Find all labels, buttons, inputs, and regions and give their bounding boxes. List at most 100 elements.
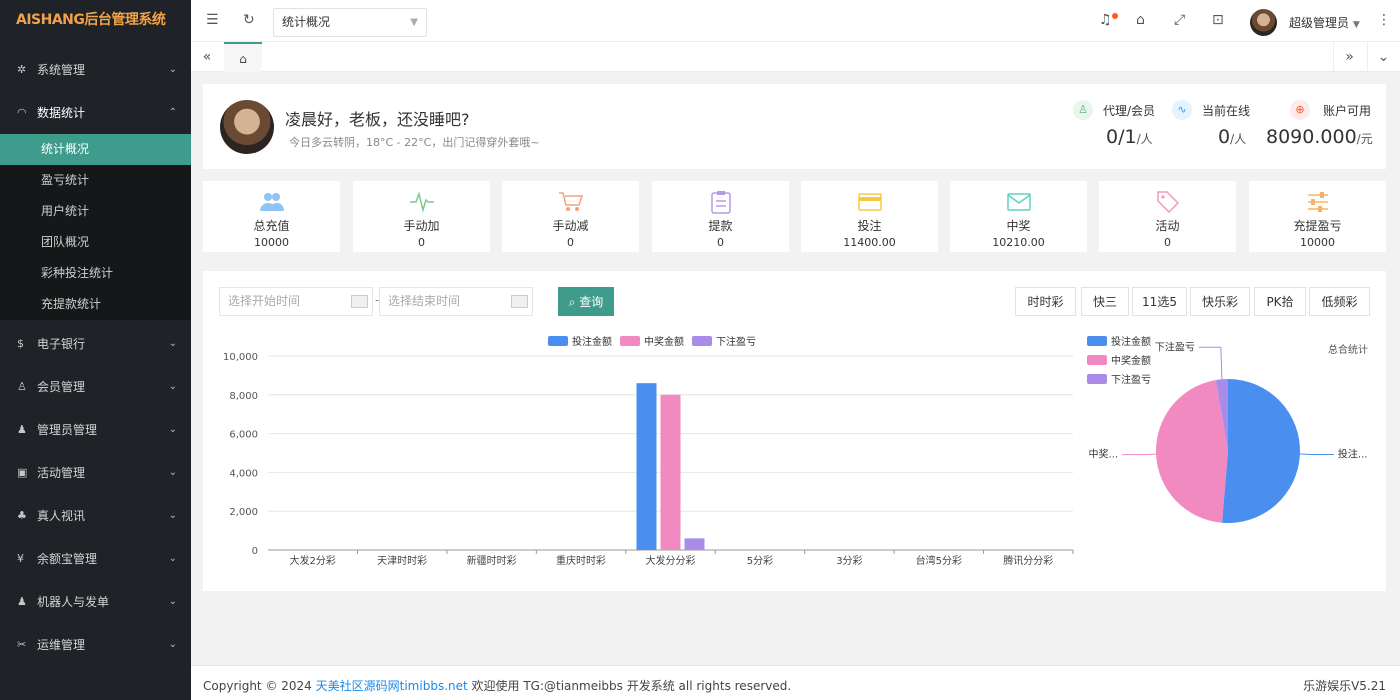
stat-card-activities[interactable]: 活动 0 bbox=[1099, 181, 1236, 252]
submenu-item-overview[interactable]: 统计概况 bbox=[0, 134, 191, 165]
tag-icon[interactable]: ⌂ bbox=[1136, 12, 1145, 28]
card-icon bbox=[801, 189, 938, 215]
more-vertical-icon[interactable]: ⋮ bbox=[1377, 12, 1391, 28]
calendar-icon bbox=[511, 295, 528, 308]
sidebar-item-label: 会员管理 bbox=[37, 380, 86, 394]
stat-label: 活动 bbox=[1155, 219, 1180, 233]
pulse-icon bbox=[353, 189, 490, 215]
tabs-menu-chevron-icon[interactable]: ⌄ bbox=[1367, 42, 1399, 72]
end-date-input[interactable]: 选择结束时间 bbox=[379, 287, 533, 316]
legend-label: 下注盈亏 bbox=[716, 335, 756, 348]
submenu-item-profit[interactable]: 盈亏统计 bbox=[0, 165, 191, 196]
sidebar-item-label: 电子银行 bbox=[37, 337, 86, 351]
stat-card-total-deposit[interactable]: 总充值 10000 bbox=[203, 181, 340, 252]
x-tick-label: 台湾5分彩 bbox=[916, 554, 962, 567]
mail-icon bbox=[950, 189, 1087, 215]
sidebar-item-ebank[interactable]: $ 电子银行 ⌄ bbox=[0, 322, 191, 365]
kpi-value: 0/1/人 bbox=[1106, 126, 1153, 148]
tabs-scroll-left-icon[interactable]: « bbox=[191, 42, 223, 72]
stat-label: 手动减 bbox=[552, 219, 589, 233]
sliders-icon bbox=[1249, 189, 1386, 215]
stat-card-deposit-profit[interactable]: 充提盈亏 10000 bbox=[1249, 181, 1386, 252]
sidebar-item-members[interactable]: ♙ 会员管理 ⌄ bbox=[0, 365, 191, 408]
robot-icon: ♟ bbox=[17, 595, 27, 608]
stat-label: 手动加 bbox=[403, 219, 440, 233]
sidebar-item-admins[interactable]: ♟ 管理员管理 ⌄ bbox=[0, 408, 191, 451]
clipboard-icon bbox=[652, 189, 789, 215]
query-label: 查询 bbox=[579, 295, 604, 309]
bell-icon[interactable]: ♫ bbox=[1099, 12, 1112, 28]
y-tick-label: 0 bbox=[252, 546, 258, 557]
stat-card-manual-subtract[interactable]: 手动减 0 bbox=[502, 181, 639, 252]
pie-title: 总合统计 bbox=[1328, 343, 1368, 356]
stat-card-withdraw[interactable]: 提款 0 bbox=[652, 181, 789, 252]
sidebar-item-live-video[interactable]: ♣ 真人视讯 ⌄ bbox=[0, 494, 191, 537]
tab-home[interactable]: ⌂ bbox=[224, 42, 262, 72]
submenu-item-users[interactable]: 用户统计 bbox=[0, 196, 191, 227]
chevron-down-icon: ⌄ bbox=[168, 424, 177, 435]
gift-icon: ▣ bbox=[17, 466, 28, 479]
lottery-btn-k3[interactable]: 快三 bbox=[1081, 287, 1129, 316]
chevron-up-icon: ⌃ bbox=[168, 107, 177, 118]
page-select[interactable]: 统计概况 ▼ bbox=[273, 8, 427, 37]
stat-card-manual-add[interactable]: 手动加 0 bbox=[353, 181, 490, 252]
start-date-input[interactable]: 选择开始时间 bbox=[219, 287, 373, 316]
admin-name[interactable]: 超级管理员 ▼ bbox=[1289, 14, 1360, 31]
weather-text: 今日多云转阴，18°C - 22°C，出门记得穿外套哦~ bbox=[289, 136, 540, 149]
lottery-btn-klc[interactable]: 快乐彩 bbox=[1190, 287, 1250, 316]
pie-legend-label: 中奖金额 bbox=[1111, 354, 1151, 367]
tabs-scroll-right-icon[interactable]: » bbox=[1333, 42, 1365, 72]
x-tick-label: 3分彩 bbox=[836, 555, 862, 567]
sidebar-item-stats[interactable]: ◠ 数据统计 ⌃ bbox=[0, 91, 191, 134]
fullscreen-icon[interactable]: ⤢ bbox=[1174, 12, 1185, 28]
submenu-item-team[interactable]: 团队概况 bbox=[0, 227, 191, 258]
chevron-down-icon: ⌄ bbox=[168, 553, 177, 564]
stat-card-bets[interactable]: 投注 11400.00 bbox=[801, 181, 938, 252]
lock-icon[interactable]: ⊡ bbox=[1212, 12, 1224, 28]
sidebar-item-ops[interactable]: ✂ 运维管理 ⌄ bbox=[0, 623, 191, 666]
stat-card-winnings[interactable]: 中奖 10210.00 bbox=[950, 181, 1087, 252]
footer-link[interactable]: 天美社区源码网timibbs.net bbox=[316, 679, 468, 693]
sidebar-item-system[interactable]: ✲ 系统管理 ⌄ bbox=[0, 48, 191, 91]
pie-slice-label: 投注... bbox=[1338, 448, 1368, 461]
end-date-placeholder: 选择结束时间 bbox=[388, 294, 461, 308]
bar-下注盈亏 bbox=[684, 538, 705, 550]
pie-slice-label: 中奖... bbox=[1089, 448, 1119, 461]
sidebar-item-robot[interactable]: ♟ 机器人与发单 ⌄ bbox=[0, 580, 191, 623]
avatar[interactable] bbox=[1250, 9, 1277, 36]
chevron-down-icon: ⌄ bbox=[168, 467, 177, 478]
kpi-label: 账户可用 bbox=[1323, 104, 1372, 118]
stat-value: 10000 bbox=[1300, 236, 1335, 249]
lottery-btn-ssc[interactable]: 时时彩 bbox=[1015, 287, 1076, 316]
lottery-btn-low-freq[interactable]: 低频彩 bbox=[1309, 287, 1370, 316]
footer-copyright: Copyright © 2024 天美社区源码网timibbs.net 欢迎使用… bbox=[203, 677, 791, 694]
sidebar-item-yuebao[interactable]: ¥ 余额宝管理 ⌄ bbox=[0, 537, 191, 580]
lottery-btn-11x5[interactable]: 11选5 bbox=[1132, 287, 1187, 316]
stat-value: 10000 bbox=[254, 236, 289, 249]
chevron-down-icon: ⌄ bbox=[168, 510, 177, 521]
lottery-btn-pk10[interactable]: PK拾 bbox=[1254, 287, 1306, 316]
stat-value: 10210.00 bbox=[992, 236, 1045, 249]
stat-value: 0 bbox=[1164, 236, 1171, 249]
legend-label: 投注金额 bbox=[572, 335, 612, 348]
pulse-icon: ∿ bbox=[1172, 100, 1192, 120]
y-tick-label: 4,000 bbox=[229, 468, 258, 479]
pie-label-line bbox=[1198, 346, 1223, 380]
x-tick-label: 5分彩 bbox=[747, 555, 773, 567]
submenu-item-deposit-withdraw[interactable]: 充提款统计 bbox=[0, 289, 191, 320]
y-tick-label: 2,000 bbox=[229, 507, 258, 518]
chevron-down-icon: ⌄ bbox=[168, 639, 177, 650]
kpi-number: 0 bbox=[1218, 126, 1231, 148]
refresh-icon[interactable]: ↻ bbox=[243, 12, 255, 28]
kpi-value: 8090.000/元 bbox=[1266, 126, 1373, 148]
menu-toggle-icon[interactable]: ☰ bbox=[206, 12, 219, 28]
pie-slice bbox=[1221, 379, 1300, 523]
legend-swatch bbox=[548, 336, 568, 346]
query-button[interactable]: ⌕ 查询 bbox=[558, 287, 614, 316]
tools-icon: ✂ bbox=[17, 638, 27, 651]
footer: Copyright © 2024 天美社区源码网timibbs.net 欢迎使用… bbox=[191, 665, 1400, 700]
sidebar-item-activities[interactable]: ▣ 活动管理 ⌄ bbox=[0, 451, 191, 494]
submenu-item-lottery-bets[interactable]: 彩种投注统计 bbox=[0, 258, 191, 289]
chevron-down-icon: ⌄ bbox=[168, 381, 177, 392]
kpi-value: 0/人 bbox=[1218, 126, 1246, 148]
